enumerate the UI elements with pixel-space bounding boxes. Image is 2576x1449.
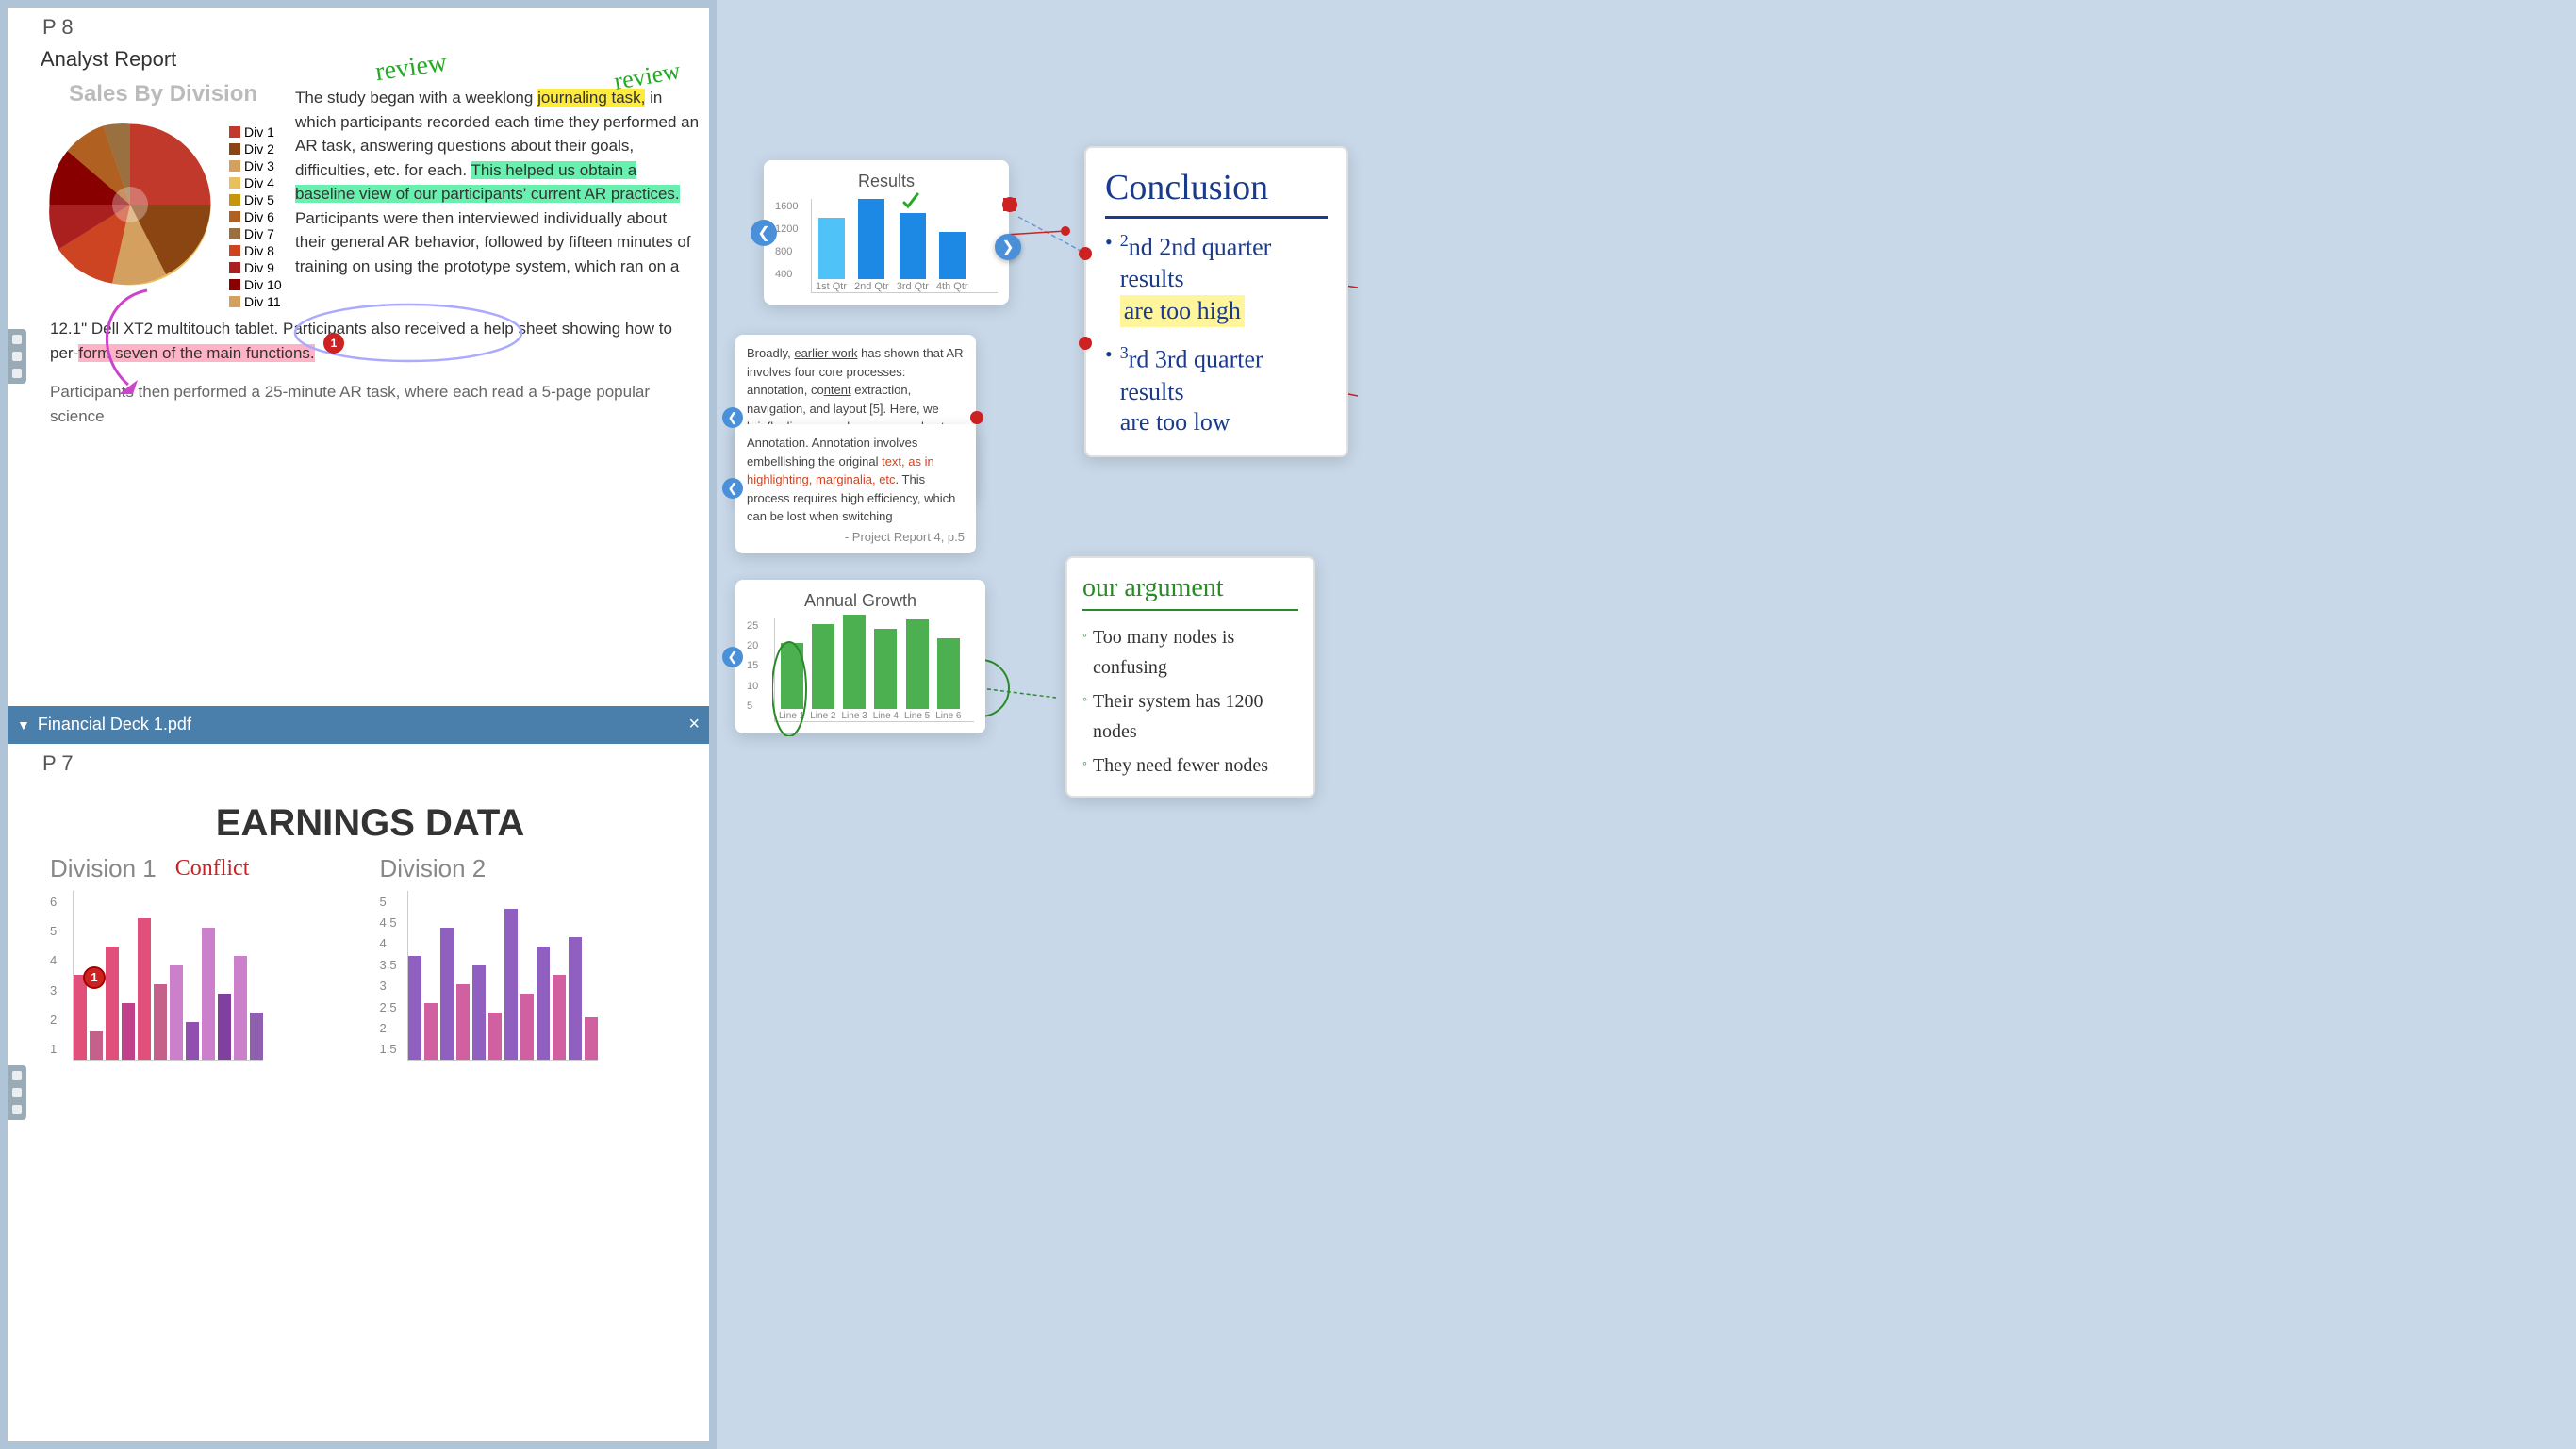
results-y-axis: 16001200800400: [775, 199, 805, 293]
pie-chart-title: Sales By Division: [41, 81, 286, 107]
argument-title: our argument: [1082, 573, 1298, 611]
tab-bar[interactable]: ▼ Financial Deck 1.pdf ×: [8, 706, 709, 744]
project-nav-left[interactable]: ❮: [722, 407, 743, 428]
canvas-nav-arrow-right[interactable]: ❯: [995, 234, 1021, 260]
argument-card: our argument ◦ Too many nodes is confusi…: [1065, 556, 1315, 798]
tab-triangle-icon: ▼: [17, 717, 30, 733]
conclusion-line1: 2nd 2nd quarter results: [1120, 230, 1328, 295]
tab-label[interactable]: Financial Deck 1.pdf: [38, 715, 681, 734]
results-bars: 1st Qtr 2nd Qtr 3rd Qtr 4th Qtr: [811, 199, 998, 293]
annotation-citation: - Project Report 4, p.5: [747, 530, 965, 544]
div2-y-axis: 54.543.532.521.5: [380, 891, 404, 1061]
pie-chart-container: Sales By Division: [41, 81, 286, 309]
results-nav-left[interactable]: ❮: [751, 220, 777, 246]
div2-label: Division 2: [380, 854, 691, 883]
annual-growth-title: Annual Growth: [747, 591, 974, 611]
bar-charts-row: Division 1 Conflict 654321: [31, 854, 709, 1061]
div1-chart: Division 1 Conflict 654321: [50, 854, 361, 1061]
annual-y-axis: 252015105: [747, 618, 770, 722]
arrow-annotation: [91, 281, 166, 399]
div1-label: Division 1: [50, 854, 157, 883]
annotation-nav-left[interactable]: ❮: [722, 478, 743, 499]
conclusion-card: Conclusion • 2nd 2nd quarter results are…: [1084, 146, 1348, 457]
toolbar-dot-2: [12, 352, 22, 361]
annotation-card: ❮ Annotation. Annotation involves embell…: [735, 424, 976, 553]
page-label-7: P 7: [31, 744, 709, 783]
page-label-8: P 8: [31, 8, 709, 47]
annual-nav-left[interactable]: ❮: [722, 647, 743, 667]
red-circle-2: 1: [83, 966, 106, 989]
results-card: ❮ Results 16001200800400 1st Qtr 2nd Qtr: [764, 160, 1009, 305]
red-circle-1: 1: [323, 333, 344, 354]
conclusion-line1b: are too high: [1120, 295, 1245, 327]
div1-y-axis: 654321: [50, 891, 69, 1061]
pie-chart-svg: [41, 115, 220, 294]
toolbar-dot: [12, 335, 22, 344]
results-card-title: Results: [775, 172, 998, 191]
annual-growth-card: ❮ Annual Growth 252015105 Line 1 Line 2: [735, 580, 985, 733]
canvas-area: ❮ Results 16001200800400 1st Qtr 2nd Qtr: [717, 0, 2576, 1449]
annual-bars: Line 1 Line 2 Line 3 Line 4: [774, 618, 974, 722]
div2-bars: [407, 891, 598, 1061]
earnings-title: EARNINGS DATA: [31, 783, 709, 854]
tab-close-button[interactable]: ×: [688, 714, 700, 735]
pdf-viewer: P 8 Analyst Report Sales By Division: [0, 0, 717, 1449]
pie-legend: Div 1 Div 2 Div 3 Div 4 Div 5 Div 6 Div …: [229, 115, 282, 309]
pdf-page-top: P 8 Analyst Report Sales By Division: [8, 8, 709, 706]
pdf-page-bottom: P 7 EARNINGS DATA Division 1 Conflict 65…: [8, 744, 709, 1442]
analyst-report-title: Analyst Report: [31, 47, 709, 72]
annotation-text: Annotation. Annotation involves embellis…: [747, 434, 965, 526]
toolbar-dot-3: [12, 369, 22, 378]
toolbar-strip[interactable]: [8, 329, 26, 384]
handwritten-conflict: Conflict: [175, 856, 250, 881]
argument-items: ◦ Too many nodes is confusing ◦ Their sy…: [1082, 622, 1298, 781]
pdf-body-text: review The study began with a weeklong j…: [295, 81, 700, 309]
conclusion-line2: 3rd 3rd quarter results: [1120, 342, 1328, 407]
conclusion-line2b: are too low: [1120, 408, 1328, 436]
div2-chart: Division 2 54.543.532.521.5: [380, 854, 691, 1061]
bottom-toolbar-strip[interactable]: [8, 1065, 26, 1120]
conclusion-title: Conclusion: [1105, 167, 1328, 208]
